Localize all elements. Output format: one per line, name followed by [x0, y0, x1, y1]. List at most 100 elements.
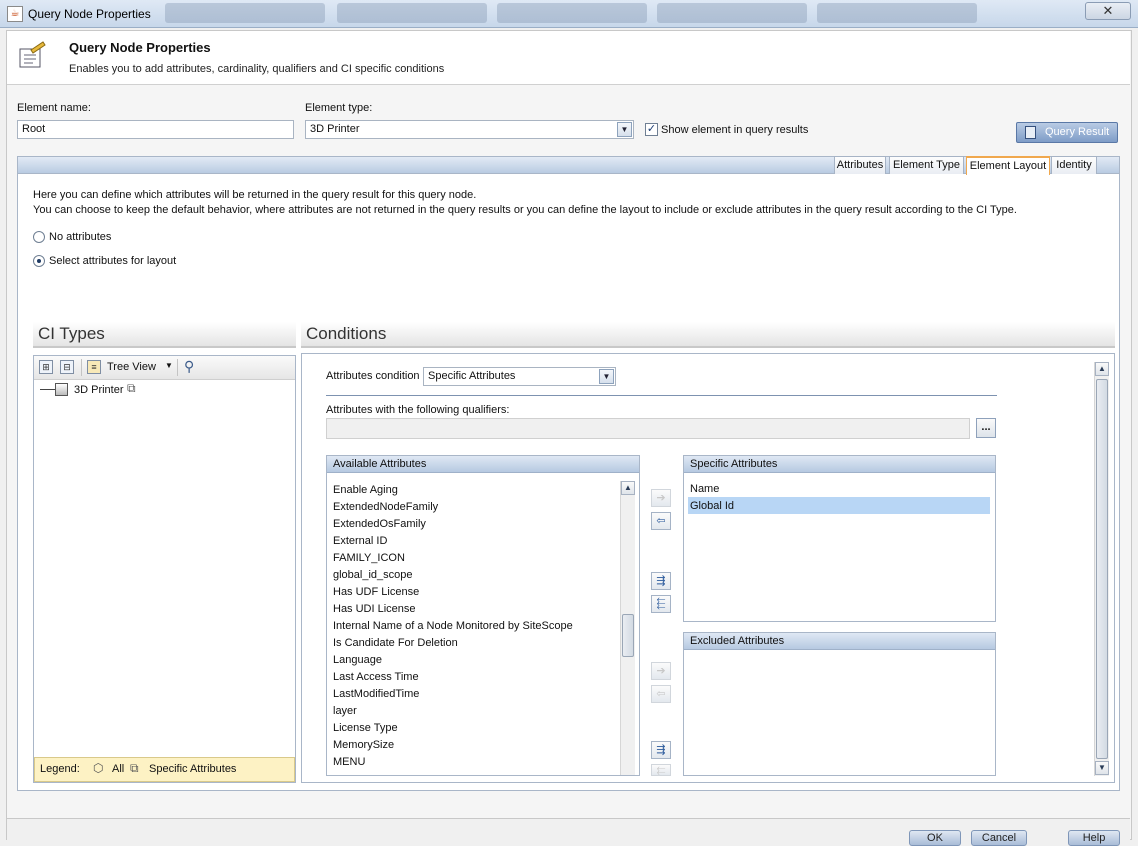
- list-item[interactable]: Enable Aging: [333, 484, 398, 496]
- tab-element-type[interactable]: Element Type: [889, 156, 964, 174]
- list-item[interactable]: layer: [333, 705, 357, 717]
- element-name-label: Element name:: [17, 102, 91, 114]
- window-close-button[interactable]: ✕: [1085, 2, 1131, 20]
- excluded-attributes-header: Excluded Attributes: [684, 633, 995, 650]
- available-attributes-header: Available Attributes: [327, 456, 639, 473]
- ok-button[interactable]: OK: [909, 830, 961, 846]
- attributes-condition-label: Attributes condition: [326, 370, 420, 382]
- ci-types-toolbar: ⊞ ⊟ ≡ Tree View ▼ ⚲: [34, 356, 295, 380]
- specific-attributes-icon: ⧉: [127, 381, 136, 395]
- list-item[interactable]: MENU: [333, 756, 365, 768]
- search-icon[interactable]: ⚲: [184, 358, 194, 375]
- tab-attributes[interactable]: Attributes: [834, 156, 886, 174]
- all-attributes-icon: ⬡: [93, 761, 104, 775]
- list-item[interactable]: ExtendedOsFamily: [333, 518, 426, 530]
- legend-all-label: All: [112, 763, 125, 775]
- show-in-results-label: Show element in query results: [661, 124, 809, 136]
- tree-view-label[interactable]: Tree View: [107, 361, 156, 373]
- conditions-heading: Conditions: [301, 322, 1115, 348]
- tree-connector: [40, 389, 56, 390]
- legend-specific-label: Specific Attributes: [149, 763, 237, 775]
- move-left-icon[interactable]: ⇦: [651, 512, 671, 530]
- specific-attributes-list[interactable]: Specific Attributes Name Global Id: [683, 455, 996, 622]
- scroll-up-icon[interactable]: ▲: [1095, 362, 1109, 376]
- legend-label: Legend:: [40, 763, 80, 775]
- tab-element-layout[interactable]: Element Layout: [966, 156, 1050, 175]
- move-all-left-icon[interactable]: ⬱: [651, 595, 671, 613]
- no-attributes-label: No attributes: [49, 231, 112, 243]
- qualifiers-label: Attributes with the following qualifiers…: [326, 404, 510, 416]
- printer-ci-icon: [55, 383, 68, 396]
- toolbar-divider: [177, 359, 178, 376]
- window-title: Query Node Properties: [28, 7, 151, 21]
- help-button[interactable]: Help: [1068, 830, 1120, 846]
- scroll-down-icon[interactable]: ▼: [1095, 761, 1109, 775]
- layout-info-line-2: You can choose to keep the default behav…: [33, 204, 1017, 216]
- conditions-scrollbar[interactable]: ▲ ▼: [1094, 362, 1109, 776]
- move-right-icon[interactable]: ➔: [651, 489, 671, 507]
- toolbar-divider: [81, 359, 82, 376]
- excluded-attributes-list[interactable]: Excluded Attributes: [683, 632, 996, 776]
- query-node-icon: [19, 41, 46, 68]
- list-item[interactable]: FAMILY_ICON: [333, 552, 405, 564]
- collapse-tree-icon[interactable]: ⊟: [60, 360, 74, 374]
- qualifiers-input[interactable]: [326, 418, 970, 439]
- scroll-thumb[interactable]: [622, 614, 634, 657]
- ci-types-heading: CI Types: [33, 322, 296, 348]
- window-title-bar: ☕ Query Node Properties ✕: [0, 0, 1138, 28]
- exclude-all-right-icon[interactable]: ⇶: [651, 741, 671, 759]
- chevron-down-icon[interactable]: ▼: [617, 122, 632, 137]
- available-list-scrollbar[interactable]: ▲: [620, 481, 635, 775]
- list-item[interactable]: Last Access Time: [333, 671, 419, 683]
- list-item[interactable]: License Type: [333, 722, 398, 734]
- layout-info-line-1: Here you can define which attributes wil…: [33, 189, 477, 201]
- dialog-title: Query Node Properties: [69, 40, 211, 55]
- no-attributes-radio[interactable]: [33, 231, 45, 243]
- scroll-thumb[interactable]: [1096, 379, 1108, 759]
- java-app-icon: ☕: [7, 6, 23, 22]
- exclude-right-icon[interactable]: ➔: [651, 662, 671, 680]
- list-item[interactable]: Has UDF License: [333, 586, 419, 598]
- dialog-footer: [7, 818, 1130, 840]
- show-in-results-checkbox[interactable]: ✓: [645, 123, 658, 136]
- expand-tree-icon[interactable]: ⊞: [39, 360, 53, 374]
- scroll-up-icon[interactable]: ▲: [621, 481, 635, 495]
- attributes-condition-value: Specific Attributes: [428, 370, 516, 382]
- list-item[interactable]: Is Candidate For Deletion: [333, 637, 458, 649]
- element-type-select[interactable]: 3D Printer ▼: [305, 120, 634, 139]
- list-item[interactable]: Has UDI License: [333, 603, 416, 615]
- separator-line: [326, 395, 997, 396]
- tree-view-icon[interactable]: ≡: [87, 360, 101, 374]
- exclude-left-icon[interactable]: ⇦: [651, 685, 671, 703]
- chevron-down-icon[interactable]: ▼: [599, 369, 614, 384]
- dialog-subtitle: Enables you to add attributes, cardinali…: [69, 63, 445, 75]
- list-item[interactable]: ExtendedNodeFamily: [333, 501, 438, 513]
- select-attributes-radio[interactable]: [33, 255, 45, 267]
- move-all-right-icon[interactable]: ⇶: [651, 572, 671, 590]
- browse-qualifiers-button[interactable]: ...: [976, 418, 996, 438]
- tree-item-3d-printer[interactable]: 3D Printer: [74, 384, 124, 396]
- ci-types-panel: [33, 355, 296, 783]
- list-item[interactable]: global_id_scope: [333, 569, 413, 581]
- list-item[interactable]: Language: [333, 654, 382, 666]
- tab-identity[interactable]: Identity: [1051, 156, 1097, 174]
- list-item[interactable]: MemorySize: [333, 739, 394, 751]
- cancel-button[interactable]: Cancel: [971, 830, 1027, 846]
- list-item[interactable]: LastModifiedTime: [333, 688, 419, 700]
- element-type-value: 3D Printer: [310, 123, 360, 135]
- element-name-input[interactable]: Root: [17, 120, 294, 139]
- specific-attributes-icon: ⧉: [130, 761, 139, 775]
- chevron-down-icon[interactable]: ▼: [165, 361, 173, 370]
- legend-bar: Legend: ⬡ All ⧉ Specific Attributes: [34, 757, 295, 782]
- list-item[interactable]: Name: [690, 483, 719, 495]
- list-item-selected[interactable]: Global Id: [690, 500, 734, 512]
- exclude-all-left-icon[interactable]: ⬱: [651, 764, 671, 776]
- attributes-condition-select[interactable]: Specific Attributes ▼: [423, 367, 616, 386]
- query-result-button[interactable]: Query Result: [1016, 122, 1118, 143]
- select-attributes-label: Select attributes for layout: [49, 255, 177, 267]
- list-item[interactable]: Internal Name of a Node Monitored by Sit…: [333, 620, 573, 632]
- calculator-icon: [1025, 126, 1036, 139]
- list-item[interactable]: External ID: [333, 535, 387, 547]
- available-attributes-list[interactable]: Available Attributes Enable Aging Extend…: [326, 455, 640, 776]
- query-result-label: Query Result: [1045, 126, 1110, 138]
